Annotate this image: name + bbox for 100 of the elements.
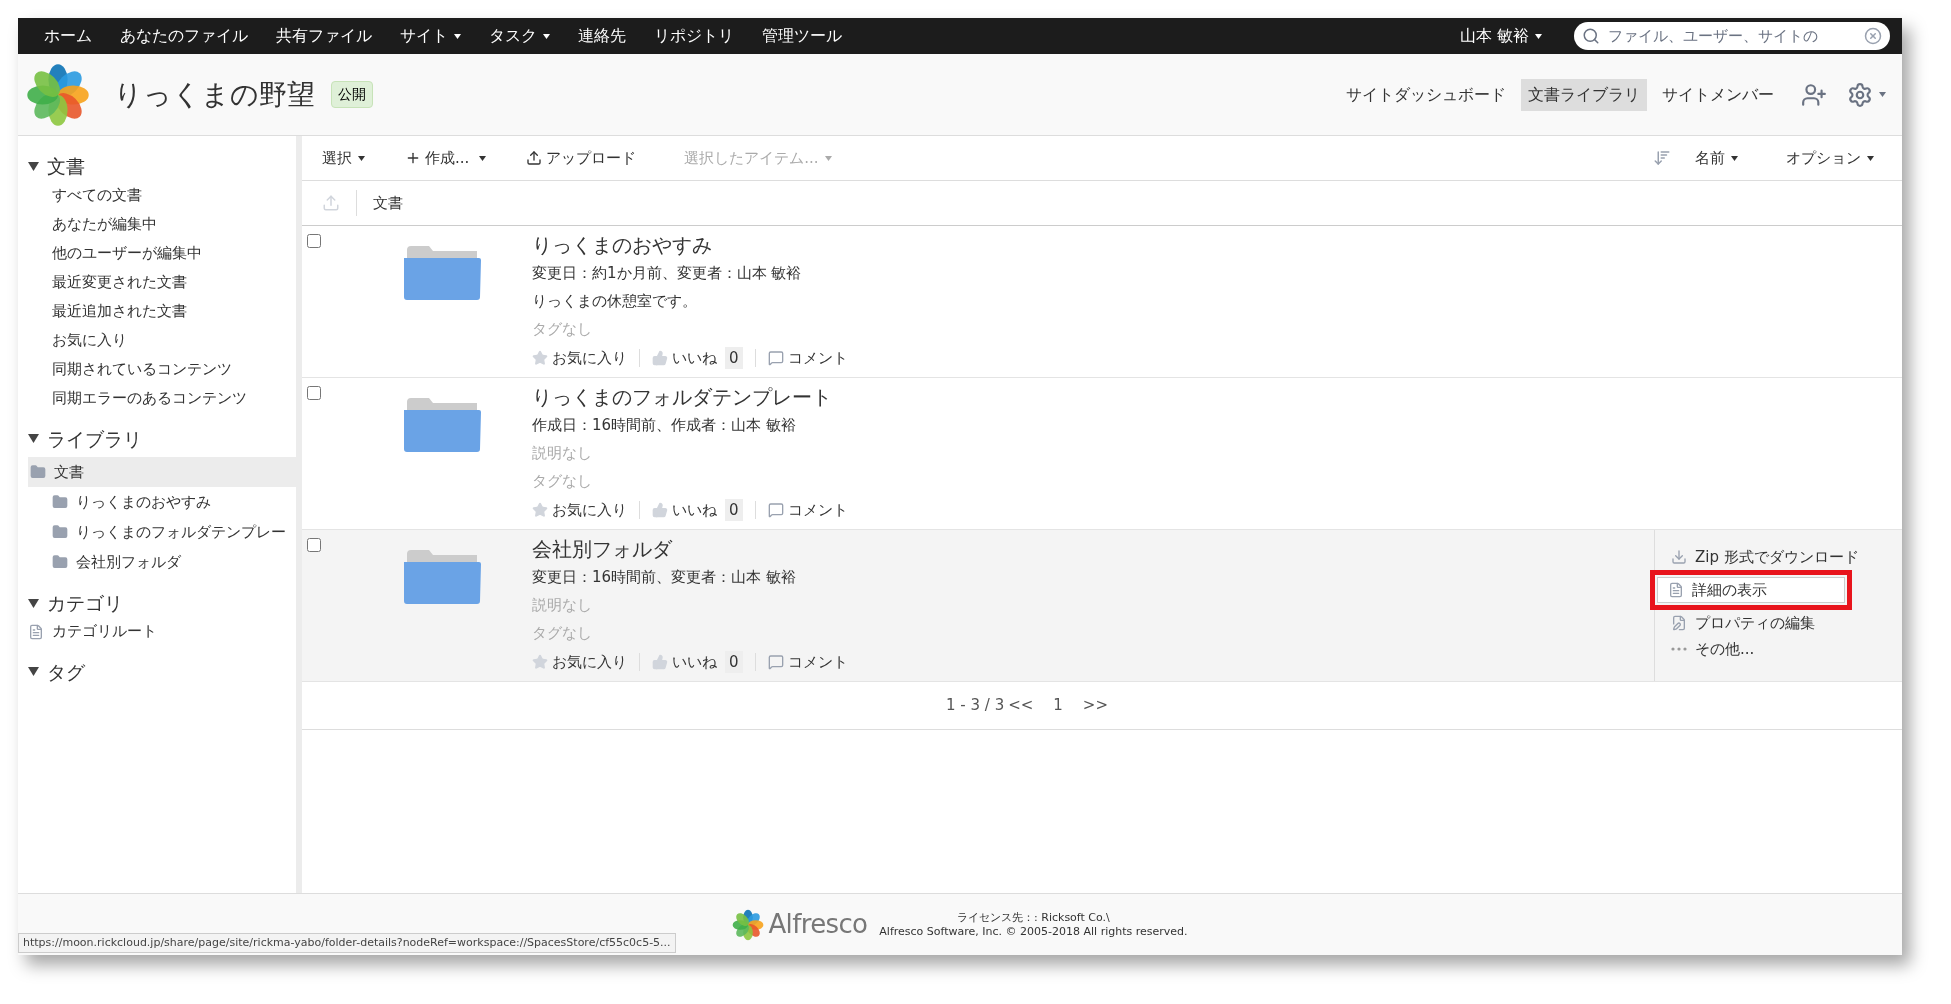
add-user-icon[interactable] (1801, 81, 1827, 108)
status-url: https://moon.rickcloud.jp/share/page/site/rickma-yabo/folder-details?nodeRef=workspace://SpacesStore/cf55c0c5-5... (18, 933, 676, 953)
folder-meta: 作成日：16時間前、作成者：山本 敏裕 (532, 415, 797, 436)
row-checkbox[interactable] (307, 386, 321, 400)
tree-item[interactable]: りっくまのフォルダテンプレー (28, 517, 296, 547)
section-header[interactable]: タグ (28, 657, 296, 686)
filter-link[interactable]: あなたが編集中 (28, 209, 296, 239)
filter-link[interactable]: お気に入り (28, 325, 296, 355)
favorite-link[interactable]: お気に入り (532, 498, 627, 522)
action-link[interactable]: その他... (1660, 636, 1902, 662)
star-icon (532, 502, 548, 518)
folder-icon (30, 464, 46, 480)
like-count: 0 (725, 650, 743, 674)
caret-icon (1867, 155, 1874, 161)
nav-link[interactable]: あなたのファイル (106, 24, 262, 48)
like-link[interactable]: いいね (652, 498, 717, 522)
next-page-link[interactable]: >> (1082, 694, 1108, 717)
star-icon (532, 350, 548, 366)
nav-link[interactable]: 連絡先 (564, 24, 640, 48)
upload-button[interactable]: アップロード (526, 146, 637, 170)
category-icon (28, 623, 44, 640)
prev-page-link[interactable]: << (1008, 694, 1034, 717)
folder-tags: タグなし (532, 619, 1654, 647)
tree-item[interactable]: りっくまのおやすみ (28, 487, 296, 517)
filter-link[interactable]: 同期エラーのあるコンテンツ (28, 383, 296, 413)
folder-title[interactable]: りっくまのおやすみ (532, 231, 1902, 259)
comment-link[interactable]: コメント (767, 498, 848, 522)
favorite-link[interactable]: お気に入り (532, 346, 627, 370)
nav-link[interactable]: リポジトリ (640, 24, 748, 48)
like-link[interactable]: いいね (652, 650, 717, 674)
folder-description: 説明なし (532, 595, 593, 616)
plus-icon (405, 150, 421, 166)
comment-link[interactable]: コメント (767, 650, 848, 674)
folder-icon (52, 524, 68, 540)
star-icon (532, 654, 548, 670)
search-icon (1582, 27, 1600, 45)
like-link[interactable]: いいね (652, 346, 717, 370)
section-header[interactable]: 文書 (28, 152, 296, 181)
brand-name: Alfresco (768, 908, 868, 941)
folder-row[interactable]: 会社別フォルダ 変更日：16時間前、変更者：山本 敏裕 説明なし タグなし お気に入り いいね 0 コメント Zip 形式でダウンロード 詳細の表示 プロパティの編集 その他... (302, 530, 1902, 682)
like-count: 0 (725, 498, 743, 522)
comment-icon (767, 350, 784, 366)
caret-icon (479, 155, 487, 161)
section-header[interactable]: カテゴリ (28, 589, 296, 618)
site-nav-link[interactable]: 文書ライブラリ (1521, 78, 1647, 111)
nav-link[interactable]: 共有ファイル (262, 24, 386, 48)
sort-icon[interactable] (1653, 149, 1671, 167)
filter-link[interactable]: 最近追加された文書 (28, 296, 296, 326)
copyright-text: Alfresco Software, Inc. © 2005-2018 All rights reserved. (879, 924, 1188, 939)
comment-icon (767, 502, 784, 518)
site-title: りっくまの野望 (114, 76, 315, 113)
select-menu[interactable]: 選択 (322, 146, 365, 170)
clear-icon[interactable] (1864, 27, 1882, 45)
site-nav-link[interactable]: サイトダッシュボード (1339, 78, 1513, 111)
folder-icon (403, 244, 481, 300)
caret-icon (1879, 92, 1886, 97)
upload-icon (526, 150, 543, 166)
filter-link[interactable]: 他のユーザーが編集中 (28, 238, 296, 268)
visibility-badge: 公開 (331, 81, 373, 108)
nav-link[interactable]: サイト (386, 24, 475, 48)
folder-meta: 変更日：約1か月前、変更者：山本 敏裕 (532, 263, 803, 284)
folder-meta: 変更日：16時間前、変更者：山本 敏裕 (532, 567, 797, 588)
action-link[interactable]: 詳細の表示 (1657, 577, 1845, 603)
action-link[interactable]: プロパティの編集 (1660, 610, 1902, 636)
tree-item[interactable]: 文書 (28, 457, 296, 487)
license-text: ライセンス先：: Ricksoft Co.\ (956, 910, 1111, 925)
caret-icon (358, 155, 365, 161)
action-icon (1668, 582, 1684, 598)
filter-link[interactable]: 同期されているコンテンツ (28, 354, 296, 384)
create-menu[interactable]: 作成... (405, 146, 487, 170)
filter-link[interactable]: すべての文書 (28, 180, 296, 210)
settings-menu[interactable] (1847, 81, 1886, 108)
page-range: 1 - 3 / 3 (946, 695, 1005, 717)
nav-link[interactable]: タスク (475, 24, 564, 48)
action-link[interactable]: Zip 形式でダウンロード (1660, 544, 1902, 570)
action-icon (1671, 615, 1687, 631)
action-icon (1671, 647, 1687, 651)
folder-tags: タグなし (532, 315, 1902, 343)
folder-title[interactable]: 会社別フォルダ (532, 535, 1654, 563)
page-link[interactable]: 1 (1053, 694, 1063, 717)
search-field[interactable]: ファイル、ユーザー、サイトの (1574, 22, 1890, 50)
folder-icon (403, 396, 481, 452)
filter-link[interactable]: 最近変更された文書 (28, 267, 296, 297)
breadcrumb[interactable]: 文書 (373, 191, 403, 215)
category-item[interactable]: カテゴリルート (28, 617, 296, 646)
nav-link[interactable]: 管理ツール (748, 24, 856, 48)
row-checkbox[interactable] (307, 538, 321, 552)
sort-menu[interactable]: 名前 (1695, 146, 1738, 170)
nav-link[interactable]: ホーム (30, 24, 106, 48)
tree-item[interactable]: 会社別フォルダ (28, 547, 296, 577)
comment-link[interactable]: コメント (767, 346, 848, 370)
user-menu[interactable]: 山本 敏裕 (1459, 24, 1542, 48)
section-header[interactable]: ライブラリ (28, 424, 296, 453)
favorite-link[interactable]: お気に入り (532, 650, 627, 674)
logo-icon (732, 908, 765, 941)
folder-title[interactable]: りっくまのフォルダテンプレート (532, 383, 1902, 411)
site-nav-link[interactable]: サイトメンバー (1655, 78, 1781, 111)
folder-icon (52, 554, 68, 570)
options-menu[interactable]: オプション (1786, 146, 1874, 170)
row-checkbox[interactable] (307, 234, 321, 248)
